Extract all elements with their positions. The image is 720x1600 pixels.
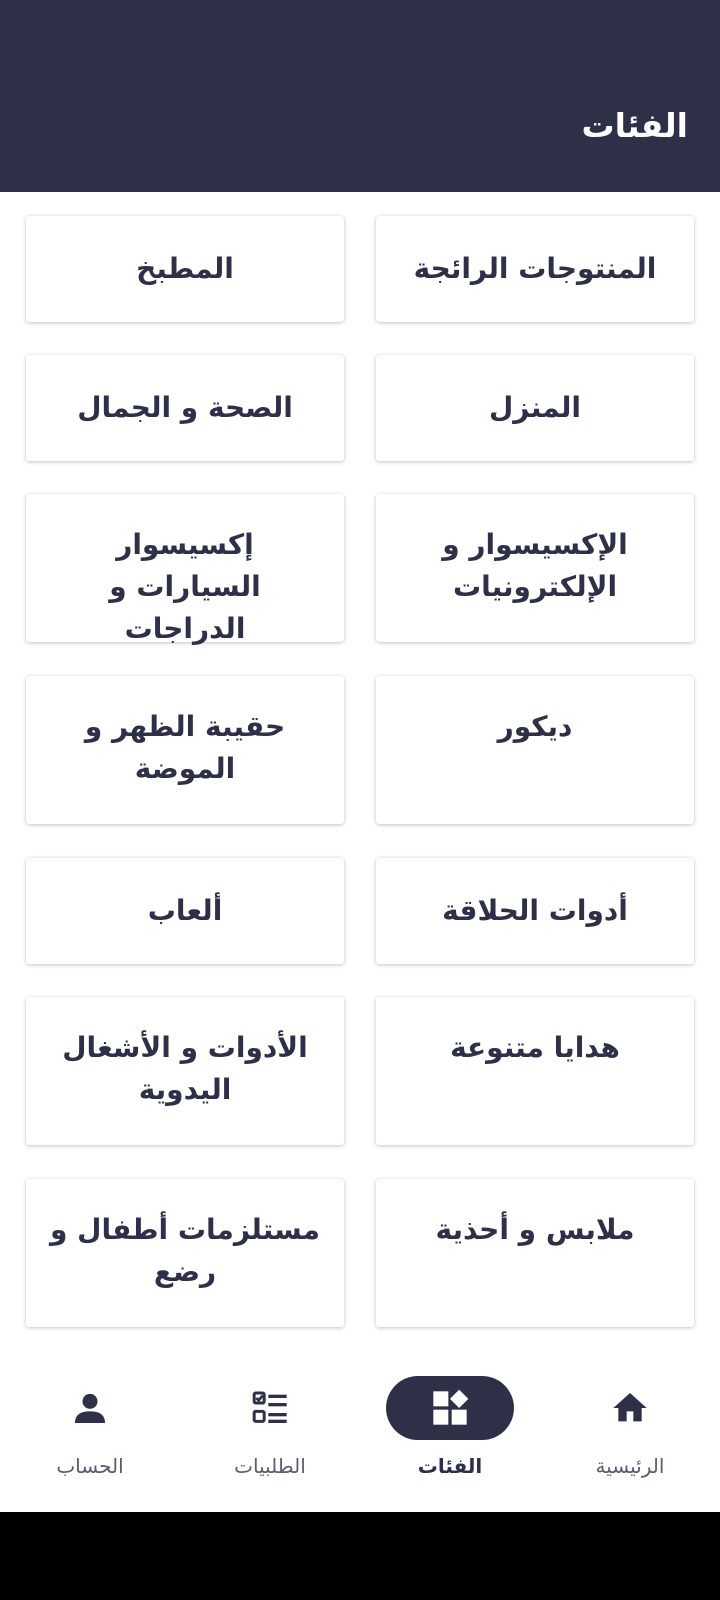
category-label: إكسيسوار السيارات و الدراجات (109, 528, 261, 645)
person-icon (75, 1393, 105, 1423)
nav-icon-container-active (386, 1376, 514, 1440)
bottom-navigation: الرئيسية الفئات الطلبيات الحساب (0, 1354, 720, 1512)
category-label: ديكور (497, 710, 573, 743)
category-card[interactable]: الأدوات و الأشغال اليدوية (26, 997, 344, 1145)
category-label: المنتوجات الرائجة (413, 252, 657, 285)
category-card[interactable]: المنتوجات الرائجة (376, 216, 694, 322)
category-card[interactable]: المطبخ (26, 216, 344, 322)
category-card[interactable]: ألعاب (26, 858, 344, 964)
category-label: المنزل (488, 391, 582, 424)
category-label: هدايا متنوعة (450, 1031, 620, 1064)
checklist-icon (252, 1391, 287, 1423)
category-card[interactable]: هدايا متنوعة (376, 997, 694, 1145)
category-label: الإكسيسوار و الإلكترونيات (442, 528, 628, 603)
category-card[interactable]: ديكور (376, 676, 694, 824)
category-label: المطبخ (136, 252, 234, 285)
categories-icon (433, 1389, 469, 1425)
page-title: الفئات (581, 106, 688, 145)
nav-item-account[interactable]: الحساب (0, 1354, 180, 1512)
category-label: مستلزمات أطفال و رضع (50, 1213, 320, 1288)
category-card[interactable]: أدوات الحلاقة (376, 858, 694, 964)
category-card[interactable]: المنزل (376, 355, 694, 461)
category-card[interactable]: إكسيسوار السيارات و الدراجات (26, 494, 344, 645)
nav-item-categories[interactable]: الفئات (360, 1354, 540, 1512)
category-card[interactable]: الصحة و الجمال (26, 355, 344, 461)
nav-icon-container (206, 1376, 334, 1440)
category-card[interactable]: ملابس و أحذية (376, 1179, 694, 1327)
nav-label-home: الرئيسية (595, 1454, 665, 1478)
nav-label-orders: الطلبيات (234, 1454, 306, 1478)
category-card[interactable]: مستلزمات أطفال و رضع (26, 1179, 344, 1327)
nav-label-categories: الفئات (417, 1454, 483, 1478)
system-navigation-bar (0, 1512, 720, 1600)
nav-icon-container (26, 1376, 154, 1440)
category-card[interactable]: حقيبة الظهر و الموضة (26, 676, 344, 824)
nav-item-orders[interactable]: الطلبيات (180, 1354, 360, 1512)
home-icon (613, 1393, 647, 1422)
nav-label-account: الحساب (56, 1454, 124, 1478)
app-header: الفئات (0, 0, 720, 192)
category-label: حقيبة الظهر و الموضة (84, 710, 286, 785)
category-label: ملابس و أحذية (435, 1213, 635, 1246)
nav-icon-container (566, 1376, 694, 1440)
category-label: الأدوات و الأشغال اليدوية (62, 1031, 308, 1106)
category-label: الصحة و الجمال (77, 391, 293, 424)
category-card[interactable]: الإكسيسوار و الإلكترونيات (376, 494, 694, 642)
categories-grid: المنتوجات الرائجة المطبخ المنزل الصحة و … (0, 192, 720, 1354)
nav-item-home[interactable]: الرئيسية (540, 1354, 720, 1512)
category-label: أدوات الحلاقة (442, 894, 628, 927)
category-label: ألعاب (147, 894, 223, 927)
